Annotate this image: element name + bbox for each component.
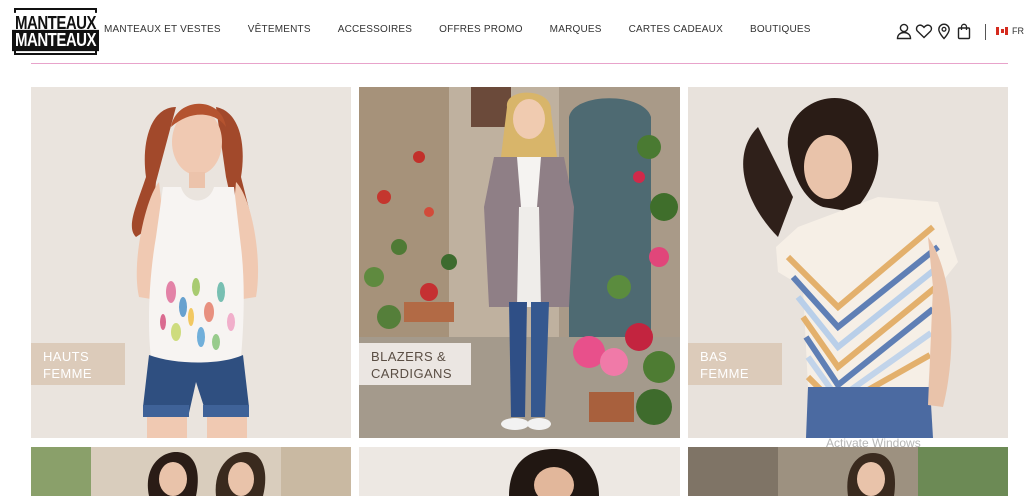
nav-item-vetements[interactable]: VÊTEMENTS — [248, 24, 311, 40]
category-tile-row2-1[interactable] — [31, 447, 351, 496]
nav-item-manteaux-et-vestes[interactable]: MANTEAUX ET VESTES — [104, 24, 221, 40]
location-pin-icon[interactable] — [935, 22, 953, 40]
os-activation-watermark: Activate Windows — [826, 436, 921, 450]
language-code: FR — [1012, 26, 1024, 36]
category-label: HAUTS FEMME — [31, 343, 125, 385]
category-label: BLAZERS & CARDIGANS — [359, 343, 471, 385]
model-photo-striped-top — [688, 87, 1008, 438]
main-nav: MANTEAUX ET VESTES VÊTEMENTS ACCESSOIRES… — [104, 24, 838, 40]
category-label: BAS FEMME — [688, 343, 782, 385]
canada-flag-icon — [996, 27, 1008, 35]
model-photo-blazer — [359, 87, 680, 438]
language-switcher[interactable]: FR — [996, 26, 1024, 36]
site-header: MANTEAUX MANTEAUX MANTEAUX ET VESTES VÊT… — [0, 0, 1024, 62]
user-icon[interactable] — [895, 22, 913, 40]
nav-item-offres-promo[interactable]: OFFRES PROMO — [439, 24, 523, 40]
category-tile-hauts-femme[interactable]: HAUTS FEMME — [31, 87, 351, 438]
category-tile-row2-3[interactable] — [688, 447, 1008, 496]
nav-item-cartes-cadeaux[interactable]: CARTES CADEAUX — [629, 24, 723, 40]
tile-photo — [688, 447, 1008, 496]
nav-item-boutiques[interactable]: BOUTIQUES — [750, 24, 811, 40]
category-tile-blazers-cardigans[interactable]: BLAZERS & CARDIGANS — [359, 87, 680, 438]
nav-item-marques[interactable]: MARQUES — [550, 24, 602, 40]
model-photo-tank-top — [31, 87, 351, 438]
heart-icon[interactable] — [915, 22, 933, 40]
brand-logo[interactable]: MANTEAUX MANTEAUX — [12, 8, 99, 55]
tile-photo — [359, 447, 680, 496]
header-icons — [895, 22, 975, 40]
header-divider — [31, 63, 1008, 64]
category-tile-row2-2[interactable] — [359, 447, 680, 496]
shopping-bag-icon[interactable] — [955, 22, 973, 40]
nav-item-accessoires[interactable]: ACCESSOIRES — [338, 24, 412, 40]
logo-line-2: MANTEAUX — [12, 29, 99, 51]
header-separator — [985, 24, 986, 40]
tile-photo — [31, 447, 351, 496]
category-tile-bas-femme[interactable]: BAS FEMME — [688, 87, 1008, 438]
